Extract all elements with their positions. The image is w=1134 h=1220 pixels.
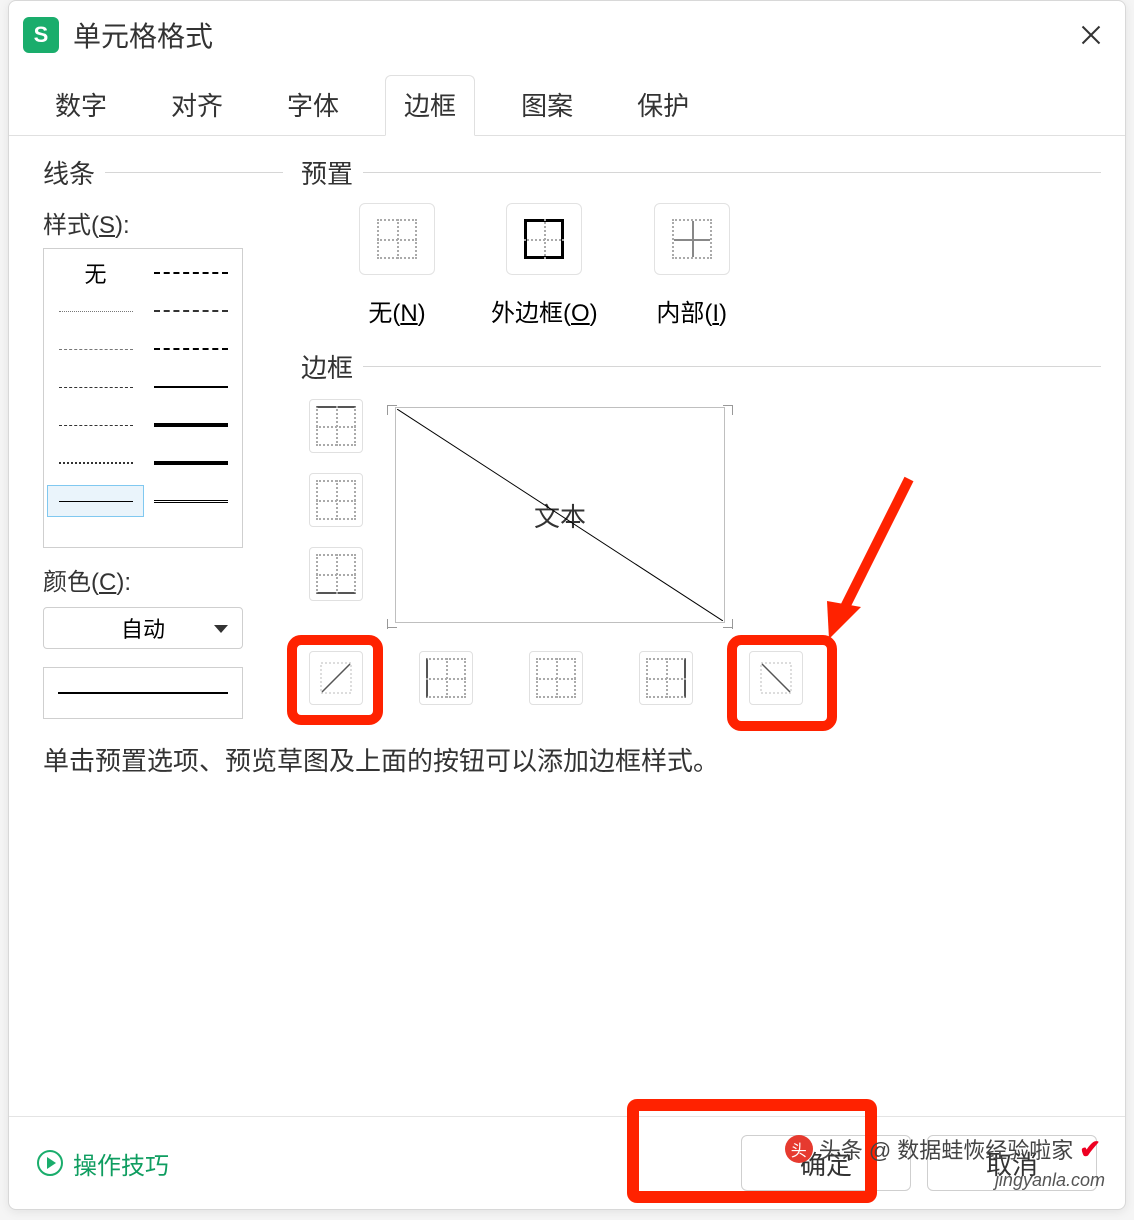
dialog-title: 单元格格式 — [73, 15, 1075, 55]
line-style-11[interactable] — [143, 448, 238, 478]
preset-outline-label: 外边框(O) — [491, 293, 598, 328]
preset-none-label: 无(N) — [368, 293, 425, 328]
line-style-3[interactable] — [143, 296, 238, 326]
border-bottom-button[interactable] — [309, 547, 363, 601]
tabs: 数字 对齐 字体 边框 图案 保护 — [9, 65, 1125, 136]
tab-border[interactable]: 边框 — [385, 75, 475, 136]
line-style-5[interactable] — [143, 334, 238, 364]
color-combo-value: 自动 — [121, 612, 165, 644]
style-label-hotkey: S — [99, 212, 115, 239]
cell-format-dialog: S 单元格格式 数字 对齐 字体 边框 图案 保护 线条 样式(S): 无 — [8, 0, 1126, 1210]
divider — [363, 366, 1101, 367]
line-style-10[interactable] — [48, 448, 143, 478]
preset-inside[interactable]: 内部(I) — [654, 203, 730, 328]
line-style-6[interactable] — [48, 372, 143, 402]
tab-align[interactable]: 对齐 — [153, 76, 241, 135]
border-diagonal-down-button[interactable] — [749, 651, 803, 705]
border-preview-text: 文本 — [534, 497, 586, 534]
tab-pattern[interactable]: 图案 — [503, 76, 591, 135]
preset-none-icon — [359, 203, 435, 275]
line-style-4[interactable] — [48, 334, 143, 364]
watermark-site: jingyanla.com — [995, 1170, 1105, 1191]
border-bottom-row — [309, 651, 803, 705]
preset-outline-icon — [506, 203, 582, 275]
play-icon — [37, 1150, 63, 1176]
style-label-suffix: ): — [115, 212, 130, 239]
border-middle-v-button[interactable] — [529, 651, 583, 705]
tab-font[interactable]: 字体 — [269, 76, 357, 135]
line-style-none-label: 无 — [84, 257, 106, 289]
preset-row: 无(N) 外边框(O) 内部(I) — [359, 203, 1101, 328]
preset-inside-label: 内部(I) — [656, 293, 727, 328]
hint-text: 单击预置选项、预览草图及上面的按钮可以添加边框样式。 — [43, 741, 719, 778]
color-label-hotkey: C — [99, 569, 116, 596]
color-combo[interactable]: 自动 — [43, 607, 243, 649]
titlebar: S 单元格格式 — [9, 1, 1125, 65]
border-diagonal-up-button[interactable] — [309, 651, 363, 705]
annotation-arrow-icon — [809, 469, 929, 649]
line-style-13[interactable] — [143, 486, 238, 516]
color-label-suffix: ): — [116, 569, 131, 596]
watermark: 头 头条 @ 数据蛙恢经验啦家 ✔ — [785, 1133, 1101, 1165]
close-icon[interactable] — [1075, 19, 1107, 51]
line-style-list[interactable]: 无 — [43, 248, 243, 548]
divider — [363, 172, 1101, 173]
content: 线条 样式(S): 无 — [9, 136, 1125, 1116]
line-style-9[interactable] — [143, 410, 238, 440]
border-preview[interactable]: 文本 — [395, 407, 725, 623]
style-label-prefix: 样式( — [43, 212, 99, 239]
line-style-12[interactable] — [48, 486, 143, 516]
border-group-text: 边框 — [301, 348, 353, 385]
watermark-check-icon: ✔ — [1079, 1134, 1101, 1165]
border-top-button[interactable] — [309, 399, 363, 453]
watermark-badge-icon: 头 — [785, 1135, 813, 1163]
preset-none[interactable]: 无(N) — [359, 203, 435, 328]
line-style-7[interactable] — [143, 372, 238, 402]
divider — [105, 172, 283, 173]
border-group: 边框 — [301, 348, 1101, 739]
preset-group-label: 预置 — [301, 154, 1101, 191]
border-right-button[interactable] — [639, 651, 693, 705]
line-group-text: 线条 — [43, 154, 95, 191]
watermark-name: 数据蛙恢经验啦家 — [897, 1133, 1073, 1165]
tips-link-label: 操作技巧 — [73, 1146, 169, 1181]
line-style-2[interactable] — [48, 296, 143, 326]
line-style-8[interactable] — [48, 410, 143, 440]
line-group-label: 线条 — [43, 154, 283, 191]
border-left-button[interactable] — [419, 651, 473, 705]
border-group-label: 边框 — [301, 348, 1101, 385]
line-style-none[interactable]: 无 — [48, 258, 143, 288]
tab-protect[interactable]: 保护 — [619, 76, 707, 135]
border-middle-h-button[interactable] — [309, 473, 363, 527]
app-icon: S — [23, 17, 59, 53]
color-swatch-icon — [58, 692, 228, 694]
preset-inside-icon — [654, 203, 730, 275]
line-group: 线条 样式(S): 无 — [43, 154, 283, 1116]
style-label: 样式(S): — [43, 205, 283, 240]
line-style-1[interactable] — [143, 258, 238, 288]
tips-link[interactable]: 操作技巧 — [37, 1146, 169, 1181]
preset-outline[interactable]: 外边框(O) — [491, 203, 598, 328]
border-side-buttons — [309, 399, 363, 601]
tab-number[interactable]: 数字 — [37, 76, 125, 135]
color-preview — [43, 667, 243, 719]
watermark-prefix: 头条 @ — [819, 1133, 891, 1165]
color-label-prefix: 颜色( — [43, 569, 99, 596]
preset-group-text: 预置 — [301, 154, 353, 191]
color-label: 颜色(C): — [43, 562, 283, 597]
right-column: 预置 无(N) 外边框(O) — [283, 154, 1101, 1116]
